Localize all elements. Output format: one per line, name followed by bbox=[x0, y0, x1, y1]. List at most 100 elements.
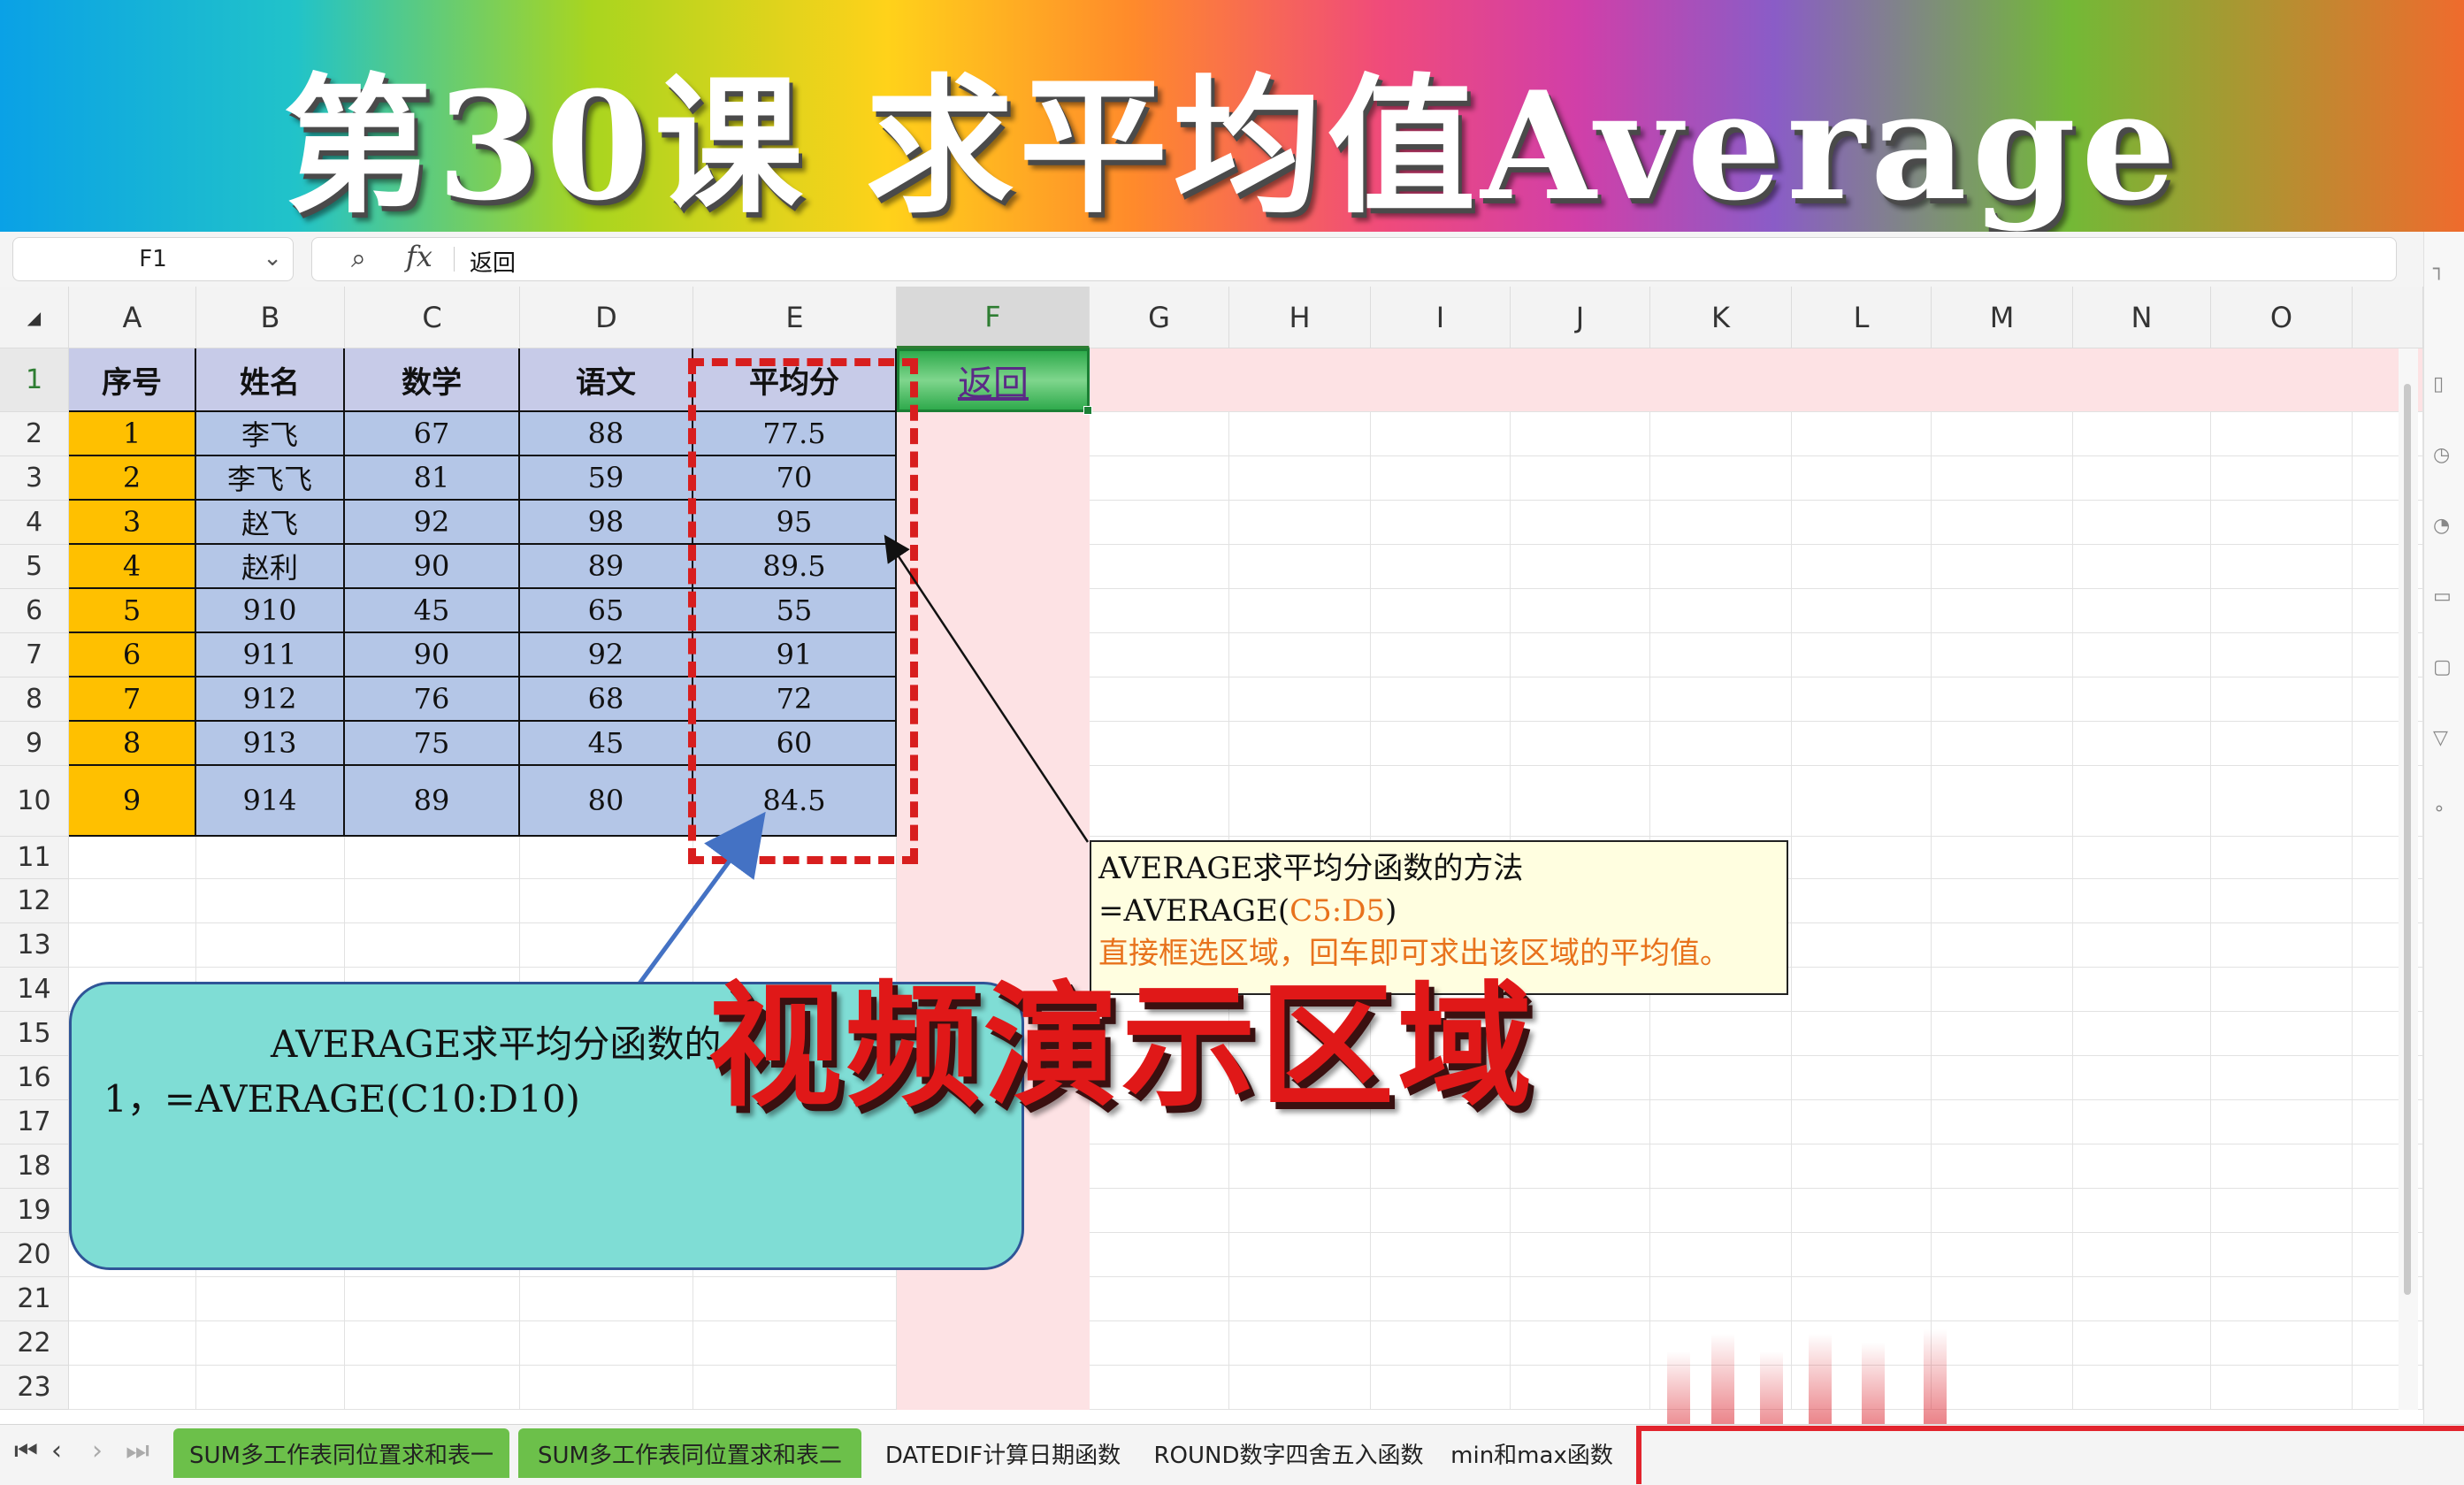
table-cell[interactable]: 45 bbox=[345, 589, 520, 633]
grid-cell[interactable] bbox=[1511, 1233, 1650, 1277]
table-cell[interactable]: 92 bbox=[345, 501, 520, 545]
table-cell[interactable]: 914 bbox=[196, 766, 345, 837]
column-header-n[interactable]: N bbox=[2073, 287, 2211, 348]
column-header-k[interactable]: K bbox=[1650, 287, 1792, 348]
grid-cell[interactable] bbox=[693, 1277, 897, 1321]
grid-cell[interactable] bbox=[1932, 456, 2073, 501]
grid-cell[interactable] bbox=[2073, 766, 2211, 837]
grid-cell[interactable] bbox=[1650, 412, 1792, 456]
grid-cell[interactable] bbox=[69, 837, 196, 879]
column-header-a[interactable]: A bbox=[69, 287, 196, 348]
grid-cell[interactable] bbox=[1229, 1144, 1371, 1189]
grid-cell[interactable] bbox=[1932, 879, 2073, 923]
sheet-tab[interactable]: DATEDIF计算日期函数 bbox=[870, 1428, 1136, 1478]
grid-cell[interactable] bbox=[1932, 501, 2073, 545]
grid-cell[interactable] bbox=[1650, 589, 1792, 633]
grid-cell[interactable] bbox=[1371, 412, 1511, 456]
grid-cell[interactable] bbox=[1229, 456, 1371, 501]
grid-cell[interactable] bbox=[2073, 1056, 2211, 1100]
grid-cell[interactable] bbox=[1229, 677, 1371, 722]
table-cell[interactable]: 88 bbox=[520, 412, 693, 456]
sheet-tab[interactable]: ROUND数字四舍五入函数 bbox=[1144, 1428, 1433, 1478]
grid-cell[interactable] bbox=[1511, 1277, 1650, 1321]
select-all-corner[interactable]: ◢ bbox=[0, 287, 69, 348]
row-header-8[interactable]: 8 bbox=[0, 677, 69, 722]
sheet-tab[interactable]: SUM多工作表同位置求和表一 bbox=[173, 1428, 509, 1478]
grid-cell[interactable] bbox=[1792, 456, 1932, 501]
grid-cell[interactable] bbox=[1090, 1144, 1229, 1189]
row-header-6[interactable]: 6 bbox=[0, 589, 69, 633]
column-header-h[interactable]: H bbox=[1229, 287, 1371, 348]
column-header-b[interactable]: B bbox=[196, 287, 345, 348]
row-header-10[interactable]: 10 bbox=[0, 766, 69, 837]
table-cell[interactable]: 89 bbox=[520, 545, 693, 589]
grid-cell[interactable] bbox=[69, 923, 196, 968]
grid-cell[interactable] bbox=[1371, 677, 1511, 722]
grid-cell[interactable] bbox=[1792, 837, 1932, 879]
grid-cell[interactable] bbox=[345, 879, 520, 923]
table-cell[interactable]: 76 bbox=[345, 677, 520, 722]
table-cell[interactable]: 6 bbox=[69, 633, 196, 677]
column-header-c[interactable]: C bbox=[345, 287, 520, 348]
grid-cell[interactable] bbox=[520, 1321, 693, 1366]
grid-cell[interactable] bbox=[1792, 923, 1932, 968]
grid-cell[interactable] bbox=[345, 837, 520, 879]
grid-cell[interactable] bbox=[1650, 1144, 1792, 1189]
grid-cell[interactable] bbox=[1650, 1189, 1792, 1233]
table-cell[interactable]: 5 bbox=[69, 589, 196, 633]
grid-cell[interactable] bbox=[1932, 722, 2073, 766]
grid-cell[interactable] bbox=[1371, 1233, 1511, 1277]
grid-cell[interactable] bbox=[69, 879, 196, 923]
row-header-12[interactable]: 12 bbox=[0, 879, 69, 923]
grid-cell[interactable] bbox=[2211, 837, 2353, 879]
grid-cell[interactable] bbox=[1792, 1056, 1932, 1100]
grid-cell[interactable] bbox=[196, 1366, 345, 1410]
row-header-20[interactable]: 20 bbox=[0, 1233, 69, 1277]
grid-cell[interactable] bbox=[2073, 837, 2211, 879]
grid-cell[interactable] bbox=[2211, 589, 2353, 633]
table-cell[interactable]: 3 bbox=[69, 501, 196, 545]
grid-cell[interactable] bbox=[2211, 1233, 2353, 1277]
grid-cell[interactable] bbox=[1792, 766, 1932, 837]
grid-cell[interactable] bbox=[1371, 1366, 1511, 1410]
table-cell[interactable]: 90 bbox=[345, 545, 520, 589]
grid-cell[interactable] bbox=[2211, 1056, 2353, 1100]
table-header-cell[interactable]: 语文 bbox=[520, 348, 693, 412]
grid-cell[interactable] bbox=[1932, 589, 2073, 633]
table-cell[interactable]: 4 bbox=[69, 545, 196, 589]
row-header-19[interactable]: 19 bbox=[0, 1189, 69, 1233]
grid-cell[interactable] bbox=[693, 879, 897, 923]
grid-cell[interactable] bbox=[1932, 1056, 2073, 1100]
grid-cell[interactable] bbox=[1792, 501, 1932, 545]
grid-cell[interactable] bbox=[1229, 722, 1371, 766]
grid-cell[interactable] bbox=[2073, 1233, 2211, 1277]
grid-cell[interactable] bbox=[1090, 456, 1229, 501]
table-cell[interactable]: 李飞飞 bbox=[196, 456, 345, 501]
grid-cell[interactable] bbox=[1371, 1189, 1511, 1233]
grid-cell[interactable] bbox=[1932, 412, 2073, 456]
first-sheet-icon[interactable]: ⏮ bbox=[14, 1435, 38, 1466]
table-cell[interactable]: 45 bbox=[520, 722, 693, 766]
grid-cell[interactable] bbox=[1371, 501, 1511, 545]
grid-cell[interactable] bbox=[2211, 1012, 2353, 1056]
grid-cell[interactable] bbox=[1650, 1056, 1792, 1100]
grid-cell[interactable] bbox=[196, 837, 345, 879]
table-cell[interactable]: 92 bbox=[520, 633, 693, 677]
grid-cell[interactable] bbox=[1229, 1366, 1371, 1410]
grid-cell[interactable] bbox=[1650, 545, 1792, 589]
row-header-21[interactable]: 21 bbox=[0, 1277, 69, 1321]
column-header-f[interactable]: F bbox=[897, 287, 1090, 348]
grid-cell[interactable] bbox=[1090, 1321, 1229, 1366]
toolbar-icon[interactable]: ▭ bbox=[2433, 586, 2453, 609]
table-cell[interactable]: 67 bbox=[345, 412, 520, 456]
row-header-17[interactable]: 17 bbox=[0, 1100, 69, 1144]
sheet-tab[interactable]: SUM多工作表同位置求和表二 bbox=[518, 1428, 861, 1478]
grid-cell[interactable] bbox=[1792, 412, 1932, 456]
grid-cell[interactable] bbox=[1090, 1277, 1229, 1321]
table-cell[interactable]: 8 bbox=[69, 722, 196, 766]
grid-cell[interactable] bbox=[1650, 1012, 1792, 1056]
grid-cell[interactable] bbox=[2073, 879, 2211, 923]
grid-cell[interactable] bbox=[1792, 722, 1932, 766]
table-cell[interactable]: 90 bbox=[345, 633, 520, 677]
grid-cell[interactable] bbox=[2211, 766, 2353, 837]
